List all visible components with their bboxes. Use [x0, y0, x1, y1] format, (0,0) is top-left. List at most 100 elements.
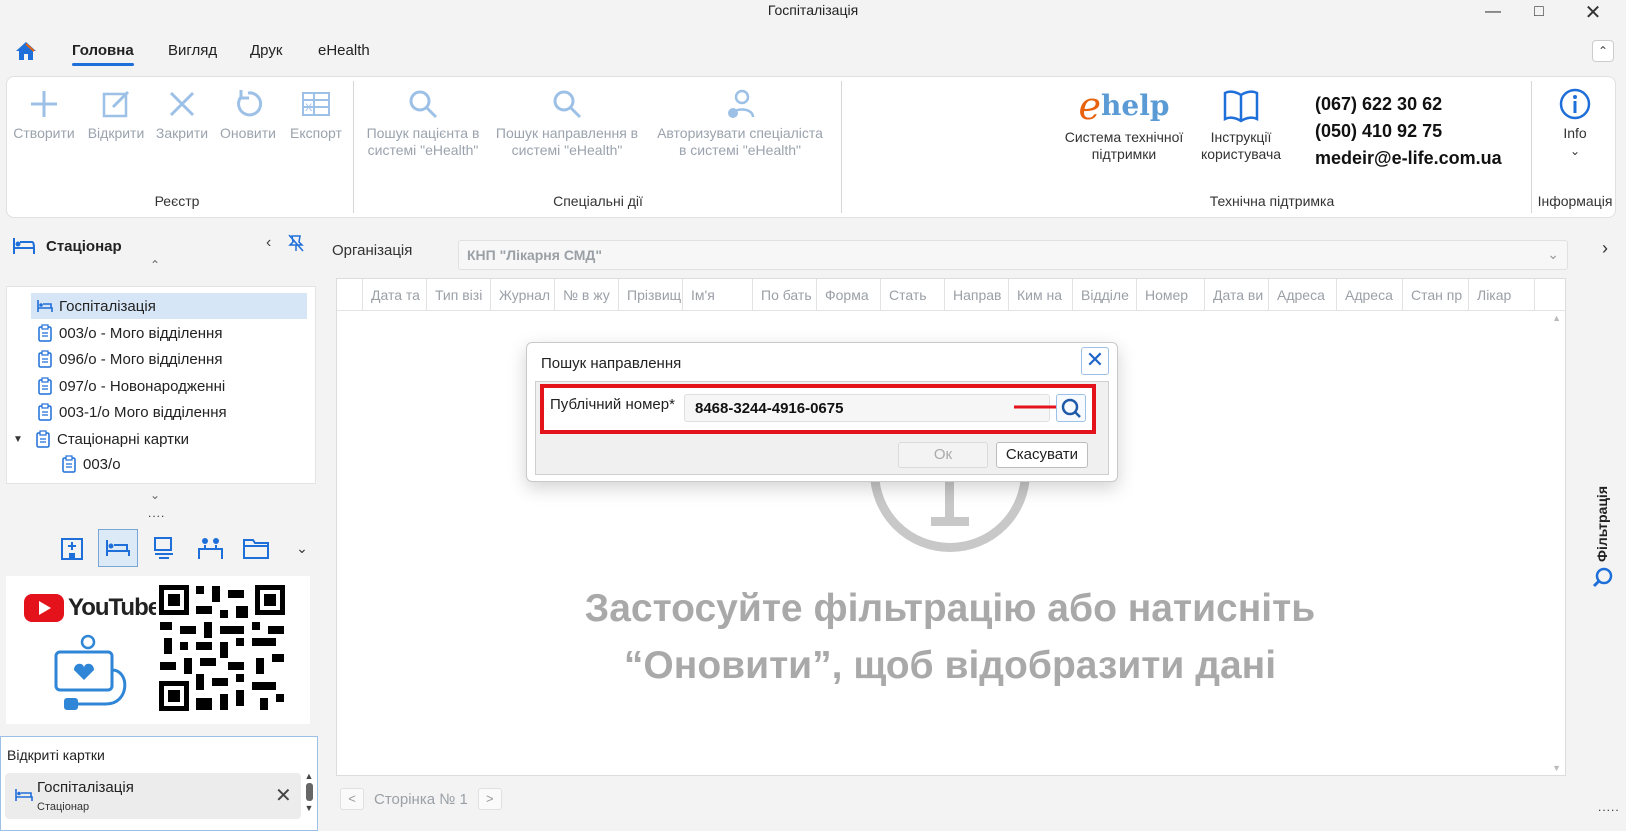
close-button[interactable]: Закрити: [153, 87, 211, 142]
tree-item-003o-child[interactable]: 003/о: [61, 451, 121, 477]
column-header[interactable]: Адреса: [1269, 279, 1337, 311]
column-header[interactable]: Адреса: [1337, 279, 1403, 311]
qr-code-icon[interactable]: [156, 582, 288, 714]
close-card-icon[interactable]: ✕: [275, 783, 292, 808]
search-referral-button[interactable]: Пошук направлення в системі "eHealth": [491, 87, 643, 159]
maximize-button[interactable]: □: [1516, 0, 1562, 24]
collapse-ribbon-button[interactable]: ⌃: [1592, 40, 1614, 62]
expand-right-panel-icon[interactable]: ›: [1602, 238, 1608, 259]
organization-select[interactable]: КНП "Лікарня СМД" ⌄: [458, 240, 1568, 270]
support-contacts: (067) 622 30 62 (050) 410 92 75 medeir@e…: [1315, 91, 1502, 172]
create-button[interactable]: Створити: [13, 87, 75, 142]
prev-page-button[interactable]: <: [340, 788, 364, 810]
grid-scroll-down-icon[interactable]: ▼: [1552, 763, 1561, 773]
organization-label: Організація: [332, 242, 413, 259]
open-button[interactable]: Відкрити: [85, 87, 147, 142]
column-header[interactable]: Дата та: [363, 279, 427, 311]
plus-icon: [31, 91, 57, 117]
tree-item-003o[interactable]: 003/о - Мого відділення: [37, 320, 222, 346]
tree-item-label: 003/о - Мого відділення: [59, 324, 223, 342]
menu-print[interactable]: Друк: [250, 42, 282, 59]
expand-triangle-icon[interactable]: ▼: [13, 434, 29, 445]
x-icon: [169, 91, 195, 117]
scroll-up-icon[interactable]: ⌃: [150, 258, 160, 272]
refresh-button[interactable]: Оновити: [217, 87, 279, 142]
home-icon[interactable]: [14, 40, 38, 62]
search-button[interactable]: [1056, 394, 1086, 422]
column-header[interactable]: Дата ви: [1205, 279, 1269, 311]
chevron-down-icon: ⌄: [1569, 144, 1581, 158]
device-icon: [154, 537, 173, 559]
menu-ehealth[interactable]: eHealth: [318, 42, 370, 59]
authorize-specialist-button[interactable]: Авторизувати спеціаліста в системі "eHea…: [651, 87, 829, 159]
grid-header-select[interactable]: [337, 279, 363, 311]
grid-scroll-up-icon[interactable]: ▲: [1552, 313, 1561, 323]
more-modules-button[interactable]: ⌄: [282, 529, 322, 567]
tree-item-inpatient-cards[interactable]: ▼ Стаціонарні картки: [13, 426, 189, 452]
splitter-handle[interactable]: ....: [148, 506, 165, 520]
resize-grip[interactable]: .....: [1598, 800, 1620, 814]
promo-banner[interactable]: YouTube: [6, 576, 310, 724]
pin-icon[interactable]: [288, 234, 304, 257]
empty-state-line-2: “Оновити”, щоб відобразити дані: [623, 644, 1277, 687]
column-header[interactable]: Направ: [945, 279, 1009, 311]
column-header[interactable]: Тип візі: [427, 279, 491, 311]
module-documents-button[interactable]: [236, 529, 276, 567]
phone-2[interactable]: (050) 410 92 75: [1315, 118, 1502, 145]
column-header[interactable]: Стать: [881, 279, 945, 311]
close-window-button[interactable]: ✕: [1570, 0, 1616, 24]
manuals-button[interactable]: Інструкції користувача: [1191, 87, 1291, 163]
info-label: Info: [1563, 125, 1587, 141]
open-cards-scrollbar[interactable]: ▲ ▼: [303, 771, 315, 827]
ehelp-logo: e help: [1078, 84, 1170, 128]
navigation-tree: Госпіталізація 003/о - Мого відділення 0…: [6, 286, 316, 484]
menu-home[interactable]: Головна: [72, 42, 134, 66]
minimize-button[interactable]: —: [1470, 0, 1516, 24]
search-patient-button[interactable]: Пошук пацієнта в системі "eHealth": [359, 87, 487, 159]
support-email[interactable]: medeir@e-life.com.ua: [1315, 145, 1502, 172]
menu-view[interactable]: Вигляд: [168, 42, 217, 59]
column-header[interactable]: Стан пр: [1403, 279, 1469, 311]
search-patient-line1: Пошук пацієнта в: [366, 125, 480, 141]
next-page-button[interactable]: >: [477, 788, 502, 810]
tree-item-097o[interactable]: 097/о - Новонародженні: [37, 373, 225, 399]
column-header[interactable]: Ким на: [1009, 279, 1073, 311]
filter-side-tab[interactable]: Фільтрація: [1590, 470, 1616, 590]
tree-item-003-1o[interactable]: 003-1/о Мого відділення: [37, 399, 227, 425]
column-header[interactable]: Форма: [817, 279, 881, 311]
export-button[interactable]: X Експорт: [285, 87, 347, 142]
scroll-down-icon[interactable]: ⌄: [150, 488, 160, 502]
ok-button[interactable]: Ок: [898, 442, 988, 468]
clipboard-icon: [62, 455, 76, 473]
tree-item-096o[interactable]: 096/о - Мого відділення: [37, 346, 222, 372]
column-header[interactable]: № в жу: [555, 279, 619, 311]
cancel-button[interactable]: Скасувати: [996, 442, 1088, 468]
refresh-label: Оновити: [220, 125, 276, 141]
column-header[interactable]: Номер: [1137, 279, 1205, 311]
ribbon: Створити Відкрити Закрити Оновити X Експ…: [6, 76, 1616, 218]
public-number-input[interactable]: 8468-3244-4916-0675: [684, 394, 1050, 422]
tree-item-hospitalization[interactable]: Госпіталізація: [31, 293, 307, 319]
module-reception-button[interactable]: [190, 529, 230, 567]
column-header[interactable]: Журнал: [491, 279, 555, 311]
info-button[interactable]: Info ⌄: [1535, 87, 1615, 160]
collapse-sidebar-icon[interactable]: ‹: [266, 234, 271, 252]
column-header[interactable]: Відділе: [1073, 279, 1137, 311]
column-header[interactable]: Ім'я: [683, 279, 753, 311]
module-clinic-button[interactable]: [52, 529, 92, 567]
module-diagnostics-button[interactable]: [144, 529, 184, 567]
clipboard-icon: [38, 324, 52, 342]
phone-1[interactable]: (067) 622 30 62: [1315, 91, 1502, 118]
module-inpatient-button[interactable]: [98, 529, 138, 567]
authorize-line1: Авторизувати спеціаліста: [657, 125, 823, 141]
registry-group-label: Реєстр: [154, 193, 200, 209]
open-card-item[interactable]: Госпіталізація Стаціонар ✕: [5, 773, 301, 819]
ehelp-button[interactable]: e help Система технічної підтримки: [1059, 87, 1189, 163]
filter-tab-label: Фільтрація: [1594, 486, 1610, 562]
create-label: Створити: [13, 125, 75, 141]
column-header[interactable]: Прізвищ: [619, 279, 683, 311]
column-header[interactable]: Лікар: [1469, 279, 1535, 311]
column-header[interactable]: По бать: [753, 279, 817, 311]
pager: < Сторінка № 1 >: [340, 788, 502, 810]
close-icon[interactable]: ✕: [1081, 347, 1109, 375]
